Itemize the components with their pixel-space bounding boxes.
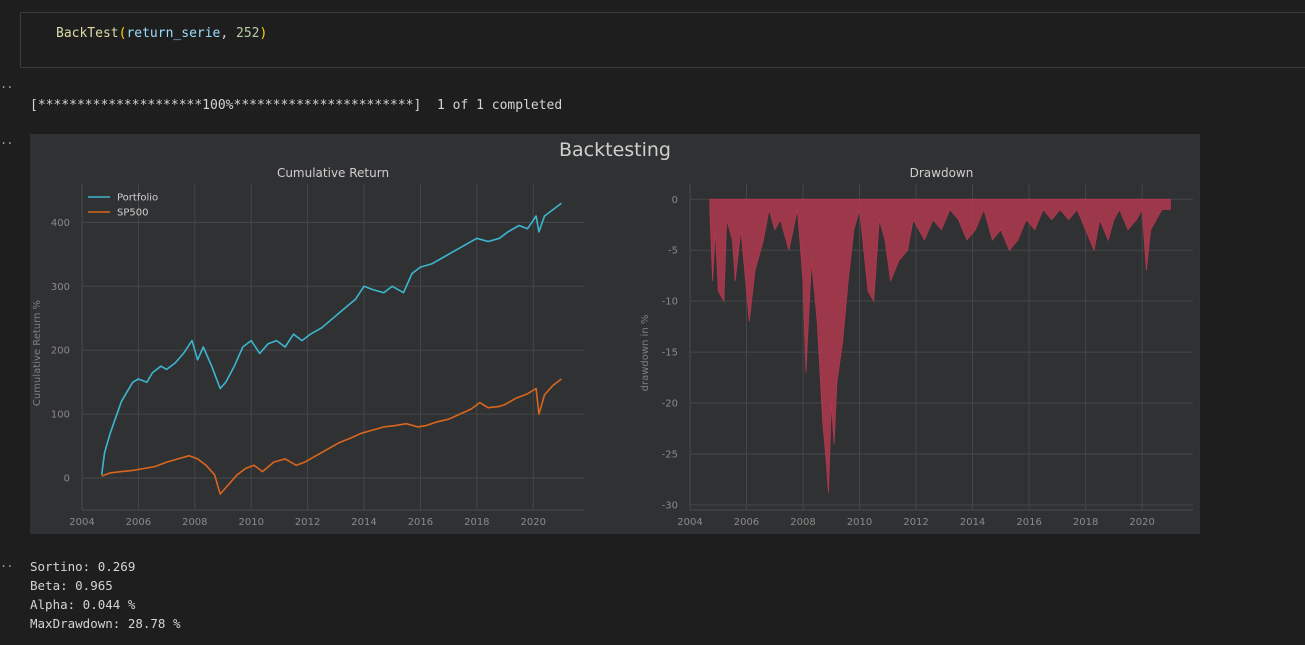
backtesting-figure: Backtesting Cumulative Return 2004 2006 2008… — [30, 134, 1200, 534]
sortino-stat: Sortino: 0.269 — [30, 559, 136, 574]
cumret-y-axis-label: Cumulative Return % — [32, 300, 43, 406]
argument-return-serie: return_serie — [126, 26, 221, 41]
drawdown-y-tick-label: -30 — [662, 500, 678, 511]
figure-title: Backtesting — [559, 139, 671, 161]
drawdown-y-axis-label: drawdown in % — [640, 315, 651, 392]
cumret-y-tick-label: 400 — [51, 218, 70, 229]
output-gutter-marker[interactable]: .. — [0, 133, 13, 147]
download-progress-text: [*********************100%**************… — [30, 98, 563, 113]
cumret-x-tick-label: 2018 — [464, 517, 489, 528]
argument-252: 252 — [236, 26, 260, 41]
drawdown-x-tick-label: 2016 — [1016, 517, 1041, 528]
cumret-y-tick-label: 0 — [64, 474, 70, 485]
output-gutter-marker[interactable]: .. — [0, 556, 13, 570]
legend-label-portfolio: Portfolio — [117, 193, 158, 204]
cumret-x-tick-label: 2020 — [521, 517, 546, 528]
drawdown-title: Drawdown — [910, 166, 974, 180]
close-paren: ) — [259, 26, 268, 41]
drawdown-area — [709, 198, 1171, 493]
drawdown-x-tick-label: 2008 — [790, 517, 815, 528]
backtesting-figure-svg: Backtesting Cumulative Return 2004 2006 2008… — [32, 139, 1193, 528]
cumret-title: Cumulative Return — [277, 166, 389, 180]
drawdown-x-tick-label: 2010 — [847, 517, 872, 528]
cumret-x-tick-label: 2014 — [351, 517, 376, 528]
cumret-y-tick-label: 100 — [51, 410, 70, 421]
series-line-portfolio — [100, 202, 562, 475]
alpha-stat: Alpha: 0.044 % — [30, 597, 136, 612]
drawdown-x-tick-label: 2014 — [960, 517, 985, 528]
code-line[interactable]: BackTest(return_serie, 252) — [56, 26, 267, 41]
cumret-y-tick-label: 200 — [51, 346, 70, 357]
series-line-sp500 — [101, 378, 562, 495]
maxdrawdown-stat: MaxDrawdown: 28.78 % — [30, 616, 181, 631]
cumret-x-tick-label: 2004 — [69, 517, 94, 528]
beta-stat: Beta: 0.965 — [30, 578, 113, 593]
cumret-x-tick-label: 2008 — [182, 517, 207, 528]
drawdown-y-tick-label: 0 — [672, 195, 678, 206]
drawdown-y-tick-label: -10 — [662, 297, 678, 308]
drawdown-y-tick-label: -25 — [662, 449, 678, 460]
legend-label-sp500: SP500 — [117, 208, 148, 219]
cumret-x-tick-label: 2010 — [238, 517, 263, 528]
drawdown-x-tick-label: 2006 — [734, 517, 759, 528]
code-cell[interactable]: BackTest(return_serie, 252) — [20, 12, 1305, 68]
function-name: BackTest — [56, 26, 119, 41]
cumret-x-tick-label: 2016 — [408, 517, 433, 528]
drawdown-x-tick-label: 2020 — [1129, 517, 1154, 528]
drawdown-x-tick-label: 2012 — [903, 517, 928, 528]
cumret-x-tick-label: 2006 — [126, 517, 151, 528]
drawdown-x-tick-label: 2018 — [1073, 517, 1098, 528]
drawdown-y-tick-label: -5 — [668, 246, 678, 257]
stats-output: Sortino: 0.269 Beta: 0.965 Alpha: 0.044 … — [30, 557, 181, 633]
drawdown-y-tick-label: -15 — [662, 348, 678, 359]
cumret-y-tick-label: 300 — [51, 282, 70, 293]
drawdown-y-tick-label: -20 — [662, 399, 678, 410]
output-gutter-marker[interactable]: .. — [0, 77, 13, 91]
cumret-x-tick-label: 2012 — [295, 517, 320, 528]
drawdown-x-tick-label: 2004 — [677, 517, 702, 528]
argument-separator: , — [220, 26, 237, 41]
